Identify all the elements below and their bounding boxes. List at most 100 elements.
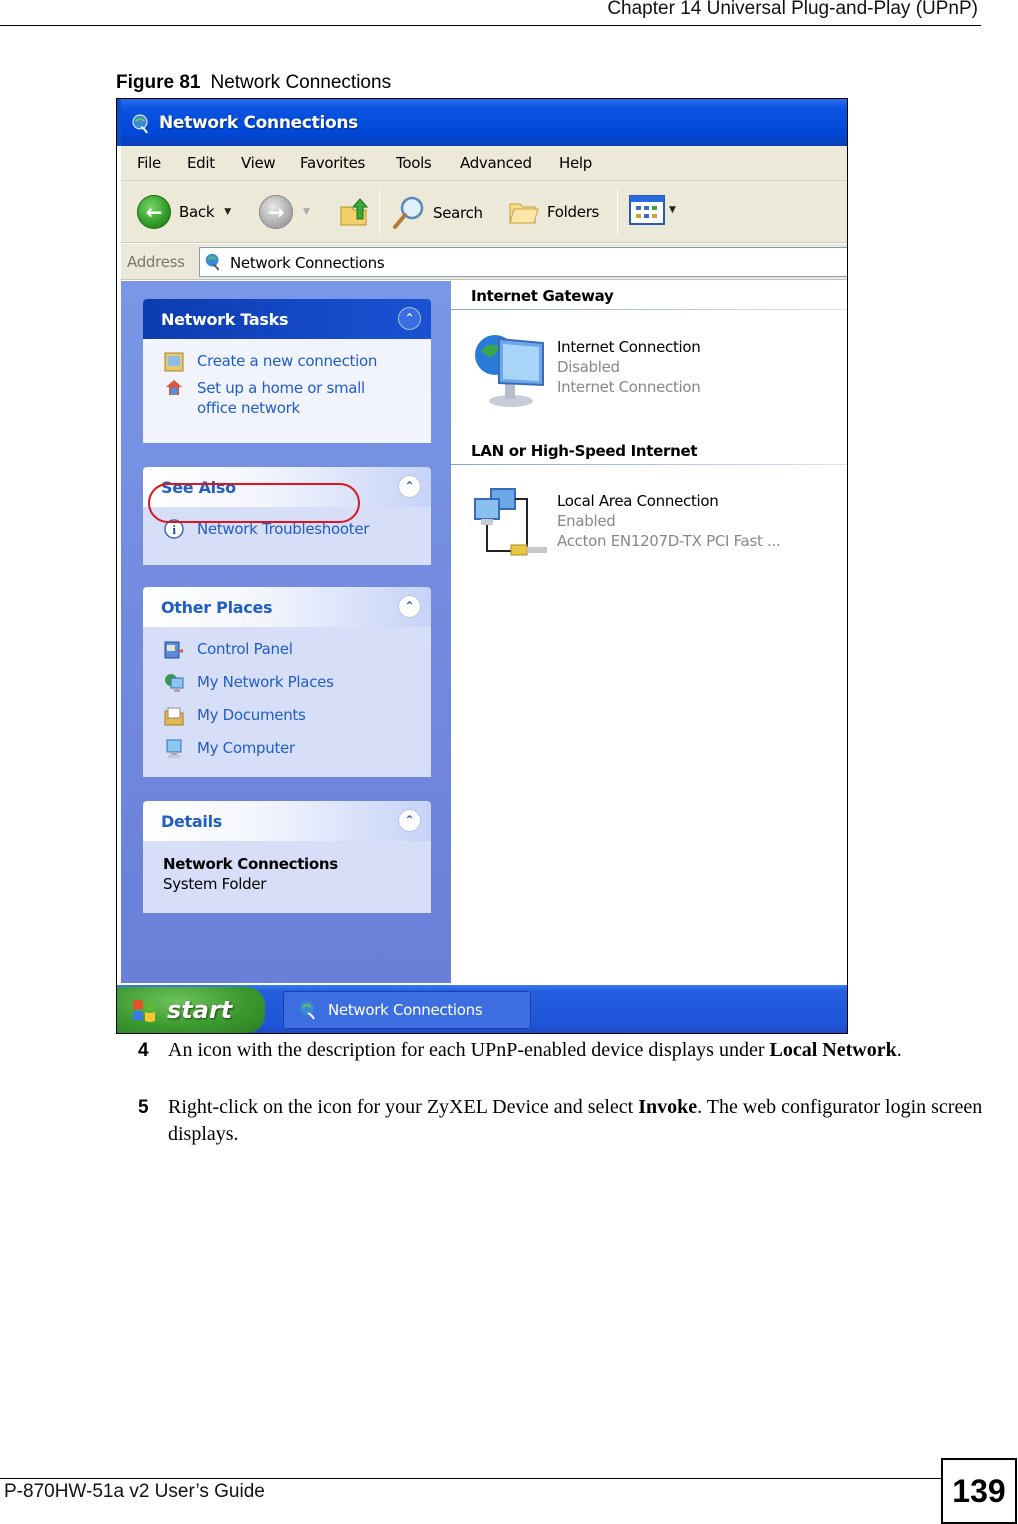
menu-tools[interactable]: Tools: [396, 154, 432, 172]
panel-body: Create a new connection Set up a home or…: [143, 339, 431, 443]
connection-local-area-connection[interactable]: Local Area Connection Enabled Accton EN1…: [471, 485, 831, 565]
page-number: 139: [941, 1458, 1017, 1524]
panel-body: Network Connections System Folder: [143, 841, 431, 913]
taskbar: start Network Connections: [117, 985, 847, 1033]
place-label: Control Panel: [197, 640, 293, 658]
panel-header[interactable]: Other Places ⌃: [143, 587, 431, 627]
task-link-label: Network Troubleshooter: [197, 520, 370, 538]
back-label: Back: [179, 203, 215, 221]
header-rule: [0, 25, 981, 26]
window-title: Network Connections: [159, 113, 358, 133]
menu-edit[interactable]: Edit: [187, 154, 215, 172]
start-button[interactable]: start: [117, 987, 265, 1033]
panel-header[interactable]: Network Tasks ⌃: [143, 299, 431, 339]
connections-list: Internet Gateway Internet Connection Dis…: [451, 281, 847, 983]
lan-connection-icon: [474, 488, 547, 556]
place-my-network-places[interactable]: My Network Places: [143, 672, 431, 694]
connection-status: Disabled: [557, 358, 620, 376]
group-divider: [451, 464, 847, 465]
address-bar: Address Network Connections: [121, 244, 847, 280]
folders-button[interactable]: Folders: [507, 195, 599, 229]
panel-title: See Also: [161, 478, 236, 497]
collapse-icon[interactable]: ⌃: [398, 809, 421, 832]
details-name: Network Connections: [163, 855, 338, 873]
collapse-icon[interactable]: ⌃: [398, 307, 421, 330]
search-button[interactable]: Search: [391, 195, 483, 231]
menu-bar: File Edit View Favorites Tools Advanced …: [121, 146, 847, 181]
menu-advanced[interactable]: Advanced: [460, 154, 532, 172]
step-4: 4 An icon with the description for each …: [138, 1037, 983, 1064]
details-type: System Folder: [163, 875, 267, 893]
forward-arrow-icon: →: [259, 195, 293, 229]
chapter-header: Chapter 14 Universal Plug-and-Play (UPnP…: [607, 0, 978, 19]
menu-favorites[interactable]: Favorites: [300, 154, 365, 172]
panel-other-places: Other Places ⌃ Control Panel My Network …: [143, 587, 431, 777]
step-number: 5: [138, 1097, 149, 1118]
taskbar-network-connections[interactable]: Network Connections: [283, 991, 531, 1029]
step-text-part: .: [896, 1039, 902, 1061]
figure-label: Figure 81: [116, 72, 201, 93]
step-number: 4: [138, 1040, 149, 1061]
my-network-places-icon: [165, 674, 184, 692]
collapse-icon[interactable]: ⌃: [398, 595, 421, 618]
home-network-icon: [166, 380, 182, 395]
step-text: An icon with the description for each UP…: [168, 1037, 983, 1064]
step-text-part: An icon with the description for each UP…: [168, 1039, 770, 1061]
menu-help[interactable]: Help: [559, 154, 592, 172]
title-bar[interactable]: Network Connections: [117, 99, 847, 146]
group-header-lan: LAN or High-Speed Internet: [471, 442, 698, 460]
collapse-icon[interactable]: ⌃: [398, 475, 421, 498]
my-computer-icon: [166, 739, 182, 758]
connection-text: Local Area Connection Enabled Accton EN1…: [557, 491, 781, 551]
views-button[interactable]: ▼: [629, 195, 676, 225]
panel-network-tasks: Network Tasks ⌃ Create a new connection …: [143, 299, 431, 443]
connection-description: Accton EN1207D-TX PCI Fast ...: [557, 532, 781, 550]
place-label: My Documents: [197, 706, 306, 724]
connection-status: Enabled: [557, 512, 616, 530]
up-folder-icon: [340, 198, 369, 226]
folders-icon: [509, 203, 539, 224]
connection-internet-connection[interactable]: Internet Connection Disabled Internet Co…: [471, 331, 831, 411]
views-dropdown-icon[interactable]: ▼: [669, 205, 676, 215]
forward-dropdown-icon[interactable]: ▼: [303, 207, 310, 217]
panel-title: Network Tasks: [161, 310, 289, 329]
menu-file[interactable]: File: [137, 154, 161, 172]
panel-header[interactable]: See Also ⌃: [143, 467, 431, 507]
step-bold-term: Invoke: [638, 1096, 698, 1118]
task-create-new-connection[interactable]: Create a new connection: [143, 351, 431, 373]
panel-details: Details ⌃ Network Connections System Fol…: [143, 801, 431, 913]
views-icon: [629, 195, 665, 225]
address-field[interactable]: Network Connections: [199, 247, 847, 277]
network-connections-icon: [300, 1001, 315, 1020]
back-button[interactable]: ← Back ▼: [137, 195, 231, 229]
group-header-internet-gateway: Internet Gateway: [471, 287, 614, 305]
connection-description: Internet Connection: [557, 378, 701, 396]
back-dropdown-icon[interactable]: ▼: [224, 207, 231, 217]
menu-view[interactable]: View: [241, 154, 276, 172]
connection-name: Internet Connection: [557, 338, 701, 356]
search-icon: [393, 196, 424, 229]
toolbar: ← Back ▼ → ▼ Search Folders ▼: [121, 181, 847, 243]
step-5: 5 Right-click on the icon for your ZyXEL…: [138, 1094, 983, 1148]
panel-title: Details: [161, 812, 222, 831]
network-connections-window: Network Connections File Edit View Favor…: [116, 98, 848, 1034]
my-documents-icon: [164, 707, 184, 726]
panel-header[interactable]: Details ⌃: [143, 801, 431, 841]
forward-button[interactable]: → ▼: [259, 195, 310, 229]
toolbar-separator: [617, 189, 618, 235]
place-my-computer[interactable]: My Computer: [143, 738, 431, 760]
task-network-troubleshooter[interactable]: i Network Troubleshooter: [143, 519, 431, 541]
control-panel-icon: [164, 641, 183, 659]
search-label: Search: [433, 204, 483, 222]
place-control-panel[interactable]: Control Panel: [143, 639, 431, 661]
place-label: My Computer: [197, 739, 295, 757]
network-connections-icon: [205, 253, 220, 271]
up-folder-button[interactable]: [337, 195, 371, 229]
info-icon: i: [164, 519, 184, 539]
internet-gateway-icon: [475, 335, 544, 407]
connection-name: Local Area Connection: [557, 492, 719, 510]
task-setup-home-network[interactable]: Set up a home or small office network: [143, 378, 431, 418]
panel-see-also: See Also ⌃ i Network Troubleshooter: [143, 467, 431, 565]
folders-label: Folders: [547, 203, 600, 221]
place-my-documents[interactable]: My Documents: [143, 705, 431, 727]
